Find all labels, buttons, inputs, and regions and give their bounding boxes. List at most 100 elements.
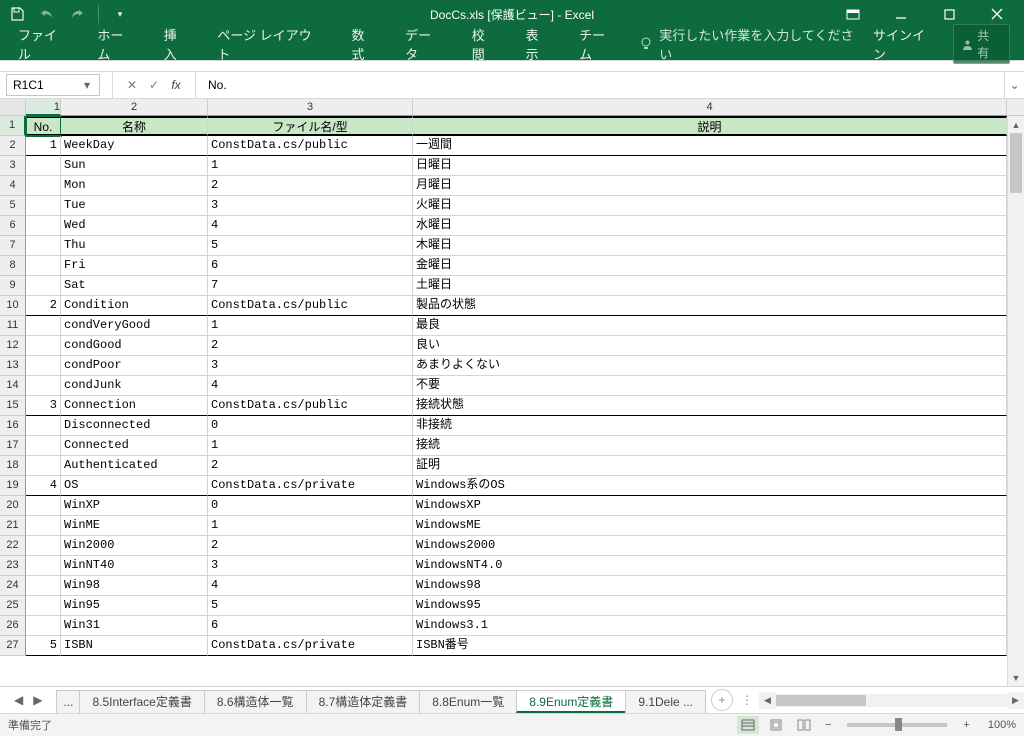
sheet-tab[interactable]: 8.9Enum定義書: [516, 690, 626, 713]
cell[interactable]: [26, 496, 61, 516]
cell[interactable]: 月曜日: [413, 176, 1007, 196]
cell[interactable]: 不要: [413, 376, 1007, 396]
ribbon-tab[interactable]: ファイル: [4, 28, 83, 60]
cell[interactable]: [26, 316, 61, 336]
cell[interactable]: Windows95: [413, 596, 1007, 616]
vertical-scrollbar[interactable]: ▲ ▼: [1007, 116, 1024, 686]
tab-nav-prev-icon[interactable]: ◀: [14, 693, 23, 707]
row-header[interactable]: 22: [0, 536, 26, 556]
cell[interactable]: WinME: [61, 516, 208, 536]
row-header[interactable]: 2: [0, 136, 26, 156]
expand-formula-bar-icon[interactable]: ⌄: [1004, 72, 1024, 98]
column-header[interactable]: 3: [208, 99, 413, 116]
row-header[interactable]: 6: [0, 216, 26, 236]
normal-view-icon[interactable]: [737, 716, 759, 734]
cell-area[interactable]: No.名称ファイル名/型説明1WeekDayConstData.cs/publi…: [26, 116, 1007, 686]
ribbon-tab[interactable]: ページ レイアウト: [203, 28, 337, 60]
cell[interactable]: 2: [208, 456, 413, 476]
qat-customize-icon[interactable]: ▾: [111, 5, 129, 23]
cell[interactable]: 木曜日: [413, 236, 1007, 256]
minimize-icon[interactable]: [888, 2, 914, 26]
cell[interactable]: あまりよくない: [413, 356, 1007, 376]
row-header[interactable]: 8: [0, 256, 26, 276]
cell[interactable]: [26, 356, 61, 376]
header-cell[interactable]: 名称: [61, 116, 208, 136]
cell[interactable]: 4: [208, 216, 413, 236]
sheet-tab[interactable]: 8.8Enum一覧: [419, 690, 517, 713]
sheet-tab[interactable]: 8.5Interface定義書: [79, 690, 204, 713]
cell[interactable]: 5: [208, 596, 413, 616]
cell[interactable]: 4: [208, 376, 413, 396]
cell[interactable]: 7: [208, 276, 413, 296]
cell[interactable]: Sat: [61, 276, 208, 296]
cell[interactable]: 6: [208, 616, 413, 636]
cell[interactable]: 土曜日: [413, 276, 1007, 296]
row-header[interactable]: 3: [0, 156, 26, 176]
cell[interactable]: OS: [61, 476, 208, 496]
column-header[interactable]: 2: [61, 99, 208, 116]
cell[interactable]: 3: [208, 556, 413, 576]
cell[interactable]: 5: [208, 236, 413, 256]
cell[interactable]: condPoor: [61, 356, 208, 376]
cell[interactable]: Win98: [61, 576, 208, 596]
share-button[interactable]: 共有: [953, 24, 1010, 64]
row-header[interactable]: 23: [0, 556, 26, 576]
cell[interactable]: 1: [26, 136, 61, 156]
cell[interactable]: [26, 196, 61, 216]
row-header[interactable]: 10: [0, 296, 26, 316]
row-header[interactable]: 26: [0, 616, 26, 636]
cell[interactable]: WindowsME: [413, 516, 1007, 536]
cell[interactable]: 火曜日: [413, 196, 1007, 216]
formula-input[interactable]: [204, 74, 1004, 96]
cell[interactable]: 証明: [413, 456, 1007, 476]
redo-icon[interactable]: [68, 5, 86, 23]
cell[interactable]: 2: [26, 296, 61, 316]
cell[interactable]: 1: [208, 316, 413, 336]
cell[interactable]: 5: [26, 636, 61, 656]
cell[interactable]: 0: [208, 416, 413, 436]
zoom-thumb[interactable]: [895, 718, 902, 731]
sheet-tab[interactable]: 9.1Dele ...: [625, 690, 706, 713]
ribbon-tab[interactable]: データ: [391, 28, 458, 60]
name-box-dropdown-icon[interactable]: ▾: [81, 78, 93, 92]
zoom-in-icon[interactable]: +: [959, 719, 973, 731]
row-header[interactable]: 15: [0, 396, 26, 416]
zoom-out-icon[interactable]: −: [821, 719, 835, 731]
row-header[interactable]: 1: [0, 116, 26, 136]
column-header[interactable]: 4: [413, 99, 1007, 116]
cell[interactable]: 6: [208, 256, 413, 276]
row-header[interactable]: 24: [0, 576, 26, 596]
cell[interactable]: 4: [208, 576, 413, 596]
cell[interactable]: Authenticated: [61, 456, 208, 476]
cell[interactable]: [26, 416, 61, 436]
cell[interactable]: ConstData.cs/public: [208, 396, 413, 416]
cell[interactable]: 最良: [413, 316, 1007, 336]
cell[interactable]: Windows98: [413, 576, 1007, 596]
cell[interactable]: WeekDay: [61, 136, 208, 156]
undo-icon[interactable]: [38, 5, 56, 23]
row-header[interactable]: 7: [0, 236, 26, 256]
close-icon[interactable]: [984, 2, 1010, 26]
cell[interactable]: [26, 536, 61, 556]
row-header[interactable]: 17: [0, 436, 26, 456]
header-cell[interactable]: No.: [26, 116, 61, 136]
cell[interactable]: Sun: [61, 156, 208, 176]
cell[interactable]: WinXP: [61, 496, 208, 516]
cell[interactable]: 3: [26, 396, 61, 416]
ribbon-tab[interactable]: 校閲: [458, 28, 512, 60]
cell[interactable]: [26, 156, 61, 176]
cell[interactable]: Win95: [61, 596, 208, 616]
ribbon-tab[interactable]: ホーム: [83, 28, 149, 60]
cell[interactable]: [26, 436, 61, 456]
cell[interactable]: 金曜日: [413, 256, 1007, 276]
cell[interactable]: ConstData.cs/public: [208, 136, 413, 156]
sheet-tab[interactable]: 8.7構造体定義書: [306, 690, 421, 713]
cell[interactable]: 日曜日: [413, 156, 1007, 176]
cell[interactable]: Tue: [61, 196, 208, 216]
cell[interactable]: Fri: [61, 256, 208, 276]
cell[interactable]: [26, 276, 61, 296]
tell-me[interactable]: 実行したい作業を入力してください: [639, 25, 865, 63]
scroll-up-icon[interactable]: ▲: [1008, 116, 1024, 133]
cell[interactable]: 接続: [413, 436, 1007, 456]
scroll-left-icon[interactable]: ◀: [759, 692, 776, 709]
